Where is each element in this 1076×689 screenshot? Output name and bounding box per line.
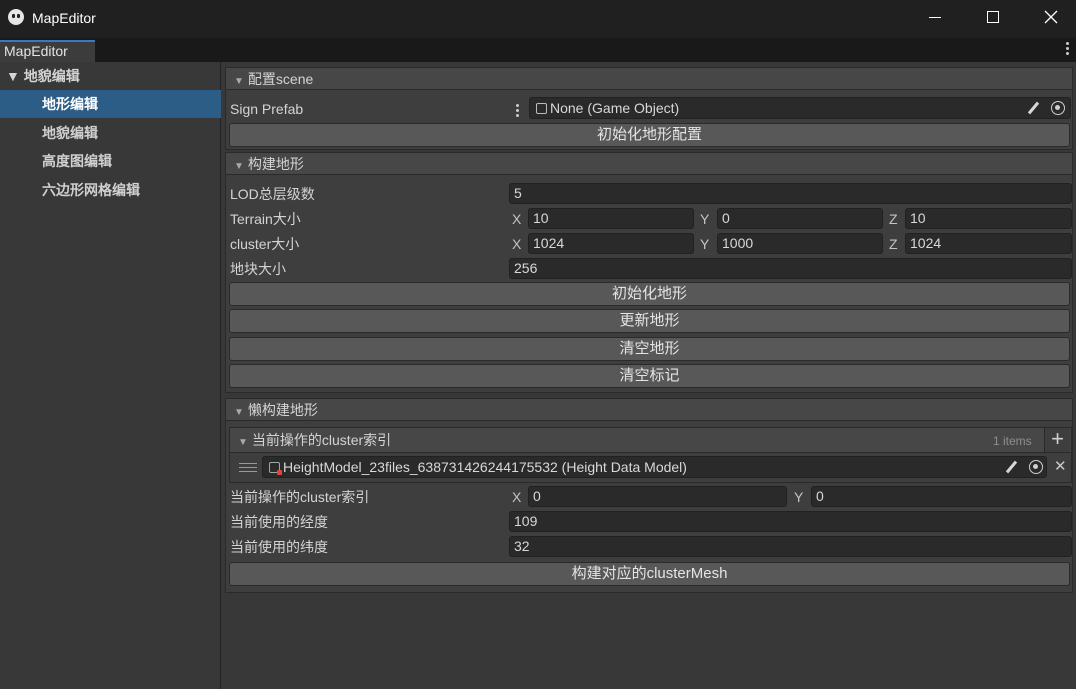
longitude-input[interactable]: 109 xyxy=(509,511,1072,532)
kebab-menu-icon[interactable] xyxy=(1066,42,1070,56)
foldout-arrow-icon: ▼ xyxy=(238,437,248,448)
config-scene-foldout[interactable]: ▼ 配置scene xyxy=(226,68,1072,90)
config-scene-section: ▼ 配置scene Sign Prefab None (Game Object) … xyxy=(225,67,1073,150)
terrain-size-label: Terrain大小 xyxy=(230,211,301,227)
main-panel: ▼ 配置scene Sign Prefab None (Game Object) … xyxy=(222,62,1076,689)
terrain-size-z-input[interactable]: 10 xyxy=(905,208,1072,229)
plus-icon[interactable]: + xyxy=(1044,428,1070,452)
title-bar: MapEditor xyxy=(0,0,1076,38)
cluster-list-count: 1 items xyxy=(993,434,1032,448)
object-picker-icon[interactable] xyxy=(1029,460,1043,474)
sidebar-item-landform-edit[interactable]: 地貌编辑 xyxy=(0,119,221,147)
build-terrain-foldout[interactable]: ▼ 构建地形 xyxy=(226,153,1072,175)
sidebar-item-terrain-edit[interactable]: 地形编辑 xyxy=(0,90,221,118)
close-window-button[interactable] xyxy=(1022,0,1076,34)
sign-prefab-field[interactable]: None (Game Object) xyxy=(529,97,1071,119)
sidebar-root-terrain-edit[interactable]: ▼ 地貌编辑 xyxy=(6,66,80,86)
build-terrain-section: ▼ 构建地形 LOD总层级数 5 Terrain大小 X 10 Y 0 Z 10 … xyxy=(225,152,1073,393)
lazy-build-section: ▼ 懒构建地形 ▼ 当前操作的cluster索引 1 items + HeightM… xyxy=(225,398,1073,593)
update-terrain-button[interactable]: 更新地形 xyxy=(229,309,1070,333)
cluster-index-x-input[interactable]: 0 xyxy=(528,486,787,507)
init-terrain-button[interactable]: 初始化地形 xyxy=(229,282,1070,306)
gameobject-icon xyxy=(536,103,547,114)
cluster-list-header[interactable]: ▼ 当前操作的cluster索引 xyxy=(229,427,1072,453)
lazy-build-title: 懒构建地形 xyxy=(247,402,318,418)
minimize-button[interactable] xyxy=(906,0,964,34)
app-icon xyxy=(8,9,24,25)
build-cluster-mesh-button[interactable]: 构建对应的clusterMesh xyxy=(229,562,1070,586)
cluster-size-x-input[interactable]: 1024 xyxy=(528,233,694,254)
latitude-input[interactable]: 32 xyxy=(509,536,1072,557)
window-title: MapEditor xyxy=(32,10,96,26)
config-scene-title: 配置scene xyxy=(247,71,314,87)
maximize-button[interactable] xyxy=(964,0,1022,34)
cluster-list-item-value: HeightModel_23files_638731426244175532 (… xyxy=(283,459,687,475)
close-icon xyxy=(1044,10,1058,24)
cluster-index-label: 当前操作的cluster索引 xyxy=(230,489,370,505)
foldout-arrow-icon: ▼ xyxy=(234,76,244,87)
sidebar-item-hexgrid-edit[interactable]: 六边形网格编辑 xyxy=(0,176,221,204)
axis-z-label: Z xyxy=(889,211,898,227)
maximize-icon xyxy=(987,11,999,23)
axis-y-label: Y xyxy=(700,211,710,227)
object-picker-icon[interactable] xyxy=(1051,101,1065,115)
sign-prefab-value: None (Game Object) xyxy=(550,100,680,116)
cluster-size-y-input[interactable]: 1000 xyxy=(717,233,883,254)
axis-x-label: X xyxy=(512,211,522,227)
clear-terrain-button[interactable]: 清空地形 xyxy=(229,337,1070,361)
sidebar: ▼ 地貌编辑 地形编辑 地貌编辑 高度图编辑 六边形网格编辑 xyxy=(0,62,221,689)
tile-size-input[interactable]: 256 xyxy=(509,258,1072,279)
cluster-size-z-input[interactable]: 1024 xyxy=(905,233,1072,254)
tab-bar: MapEditor xyxy=(0,38,1076,62)
foldout-arrow-icon: ▼ xyxy=(234,407,244,418)
drag-handle-icon[interactable] xyxy=(239,463,257,473)
tab-mapeditor[interactable]: MapEditor xyxy=(0,40,95,62)
axis-y-label: Y xyxy=(700,236,710,252)
tile-size-label: 地块大小 xyxy=(230,261,286,277)
axis-x-label: X xyxy=(512,489,522,505)
cluster-list-item-field[interactable]: HeightModel_23files_638731426244175532 (… xyxy=(262,456,1047,478)
cluster-list-body: HeightModel_23files_638731426244175532 (… xyxy=(229,453,1072,483)
kebab-menu-icon[interactable] xyxy=(516,104,520,118)
cluster-size-label: cluster大小 xyxy=(230,236,300,252)
terrain-size-y-input[interactable]: 0 xyxy=(717,208,883,229)
terrain-size-x-input[interactable]: 10 xyxy=(528,208,694,229)
lod-input[interactable]: 5 xyxy=(509,183,1072,204)
minimize-icon xyxy=(929,16,941,18)
axis-x-label: X xyxy=(512,236,522,252)
lazy-build-foldout[interactable]: ▼ 懒构建地形 xyxy=(226,399,1072,421)
latitude-label: 当前使用的纬度 xyxy=(230,539,328,555)
sidebar-item-heightmap-edit[interactable]: 高度图编辑 xyxy=(0,147,221,175)
cluster-index-y-input[interactable]: 0 xyxy=(811,486,1072,507)
build-terrain-title: 构建地形 xyxy=(247,156,304,172)
init-terrain-config-button[interactable]: 初始化地形配置 xyxy=(229,123,1070,147)
foldout-arrow-icon: ▼ xyxy=(234,161,244,172)
cluster-list-title: 当前操作的cluster索引 xyxy=(251,432,392,448)
pencil-icon[interactable] xyxy=(1026,101,1040,115)
pencil-icon[interactable] xyxy=(1004,460,1018,474)
model-asset-icon xyxy=(269,462,282,475)
remove-icon[interactable]: ✕ xyxy=(1054,459,1067,474)
axis-z-label: Z xyxy=(889,236,898,252)
lod-label: LOD总层级数 xyxy=(230,186,315,202)
axis-y-label: Y xyxy=(794,489,804,505)
longitude-label: 当前使用的经度 xyxy=(230,514,328,530)
sign-prefab-label: Sign Prefab xyxy=(230,101,304,117)
clear-markers-button[interactable]: 清空标记 xyxy=(229,364,1070,388)
